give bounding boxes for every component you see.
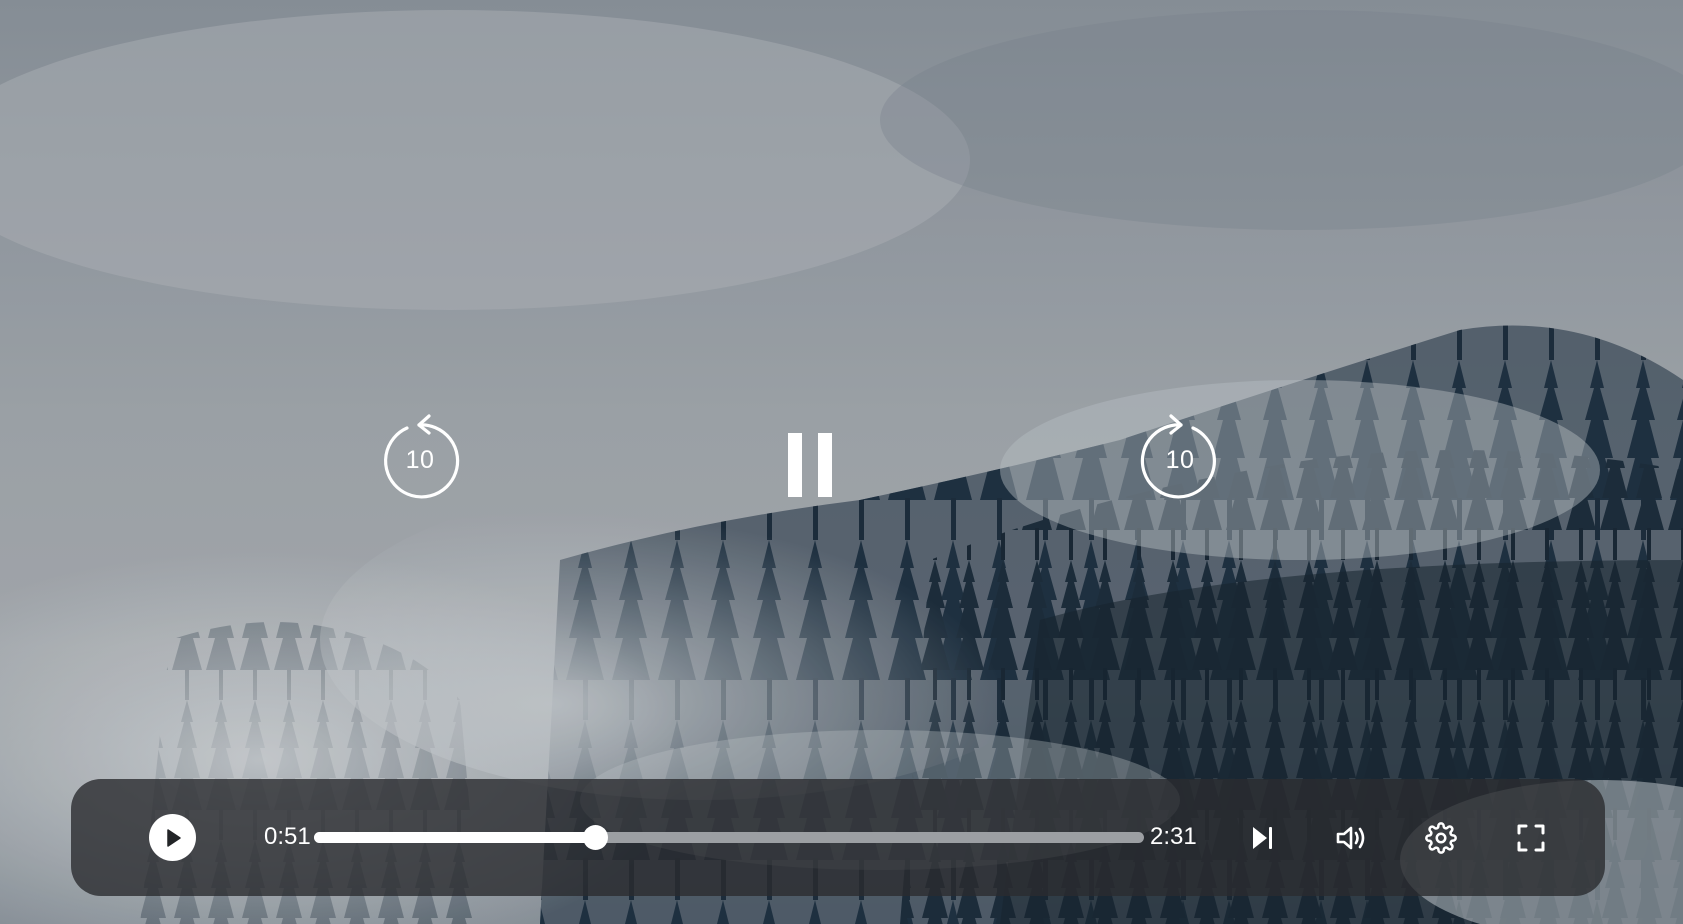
video-player[interactable]: 10 10 0:51 2:31 bbox=[0, 0, 1683, 924]
fullscreen-icon bbox=[1517, 824, 1545, 852]
current-time: 0:51 bbox=[264, 823, 311, 850]
rewind-seconds-label: 10 bbox=[405, 445, 435, 474]
next-button[interactable] bbox=[1241, 817, 1283, 859]
volume-icon bbox=[1336, 826, 1365, 850]
control-bar: 0:51 2:31 bbox=[71, 779, 1605, 896]
fullscreen-button[interactable] bbox=[1510, 817, 1552, 859]
skip-next-icon bbox=[1253, 827, 1272, 849]
progress-fill bbox=[314, 832, 595, 843]
gear-icon bbox=[1425, 822, 1457, 854]
rewind-10-button[interactable]: 10 bbox=[375, 400, 465, 500]
pause-button[interactable] bbox=[775, 425, 845, 505]
pause-icon bbox=[788, 433, 832, 497]
forward-seconds-label: 10 bbox=[1165, 445, 1195, 474]
play-icon bbox=[166, 828, 181, 847]
play-button[interactable] bbox=[149, 814, 196, 861]
volume-button[interactable] bbox=[1330, 817, 1372, 859]
total-duration: 2:31 bbox=[1150, 823, 1197, 850]
progress-bar[interactable] bbox=[314, 825, 1144, 850]
forward-10-button[interactable]: 10 bbox=[1135, 400, 1225, 500]
settings-button[interactable] bbox=[1420, 817, 1462, 859]
progress-thumb[interactable] bbox=[582, 825, 608, 850]
